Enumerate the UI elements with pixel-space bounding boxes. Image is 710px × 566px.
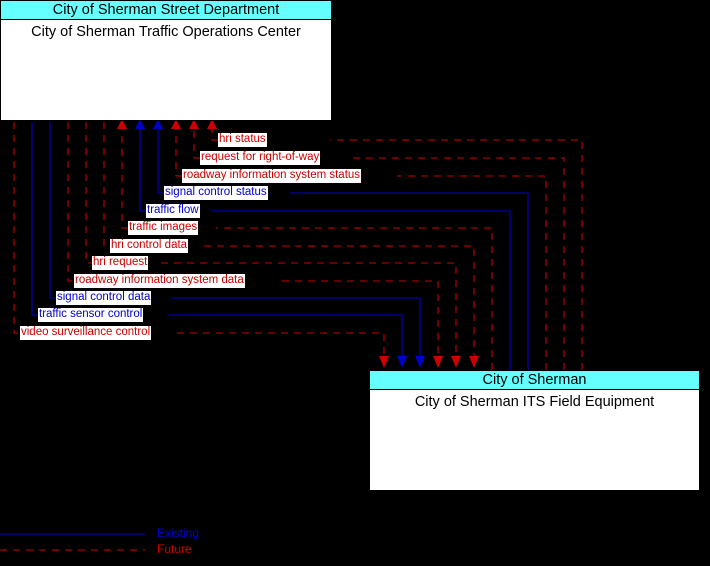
node-traffic-operations-center[interactable]: City of Sherman Street Department City o… xyxy=(0,0,332,121)
flow-label-request-for-right-of-way[interactable]: request for right-of-way xyxy=(200,151,321,165)
architecture-diagram-canvas: City of Sherman Street Department City o… xyxy=(0,0,710,566)
flow-label-signal-control-status[interactable]: signal control status xyxy=(164,186,268,200)
flow-label-traffic-sensor-control[interactable]: traffic sensor control xyxy=(38,308,144,322)
legend-label-existing: Existing xyxy=(157,526,200,540)
flow-label-traffic-images[interactable]: traffic images xyxy=(128,221,199,235)
edge-traffic-flow xyxy=(135,119,511,370)
flow-label-hri-request[interactable]: hri request xyxy=(92,256,149,270)
node-title-traffic-operations-center: City of Sherman Traffic Operations Cente… xyxy=(31,24,301,40)
node-header-city-of-sherman: City of Sherman xyxy=(370,371,699,390)
node-its-field-equipment[interactable]: City of Sherman City of Sherman ITS Fiel… xyxy=(369,370,700,491)
flow-label-signal-control-data[interactable]: signal control data xyxy=(56,291,152,305)
flow-label-hri-status[interactable]: hri status xyxy=(218,133,267,147)
flow-label-roadway-information-system-status[interactable]: roadway information system status xyxy=(182,169,362,183)
flow-label-roadway-information-system-data[interactable]: roadway information system data xyxy=(74,274,245,288)
flow-label-hri-control-data[interactable]: hri control data xyxy=(110,239,189,253)
flow-label-traffic-flow[interactable]: traffic flow xyxy=(146,204,200,218)
legend-label-future: Future xyxy=(157,542,192,556)
node-title-its-field-equipment: City of Sherman ITS Field Equipment xyxy=(414,394,655,410)
flow-label-video-surveillance-control[interactable]: video surveillance control xyxy=(20,326,152,340)
node-header-street-department: City of Sherman Street Department xyxy=(1,1,331,20)
